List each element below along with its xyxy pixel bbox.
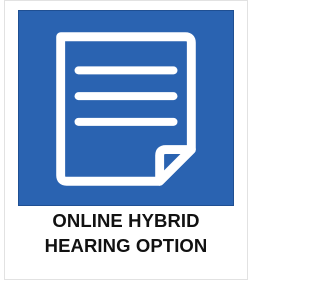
tile-caption[interactable]: ONLINE HYBRID HEARING OPTION xyxy=(4,208,248,258)
document-icon xyxy=(56,32,196,186)
caption-line-2: HEARING OPTION xyxy=(44,235,208,256)
hybrid-hearing-tile[interactable]: ONLINE HYBRID HEARING OPTION xyxy=(0,0,252,284)
document-icon-button[interactable] xyxy=(18,10,234,206)
caption-line-1: ONLINE HYBRID xyxy=(52,210,200,231)
